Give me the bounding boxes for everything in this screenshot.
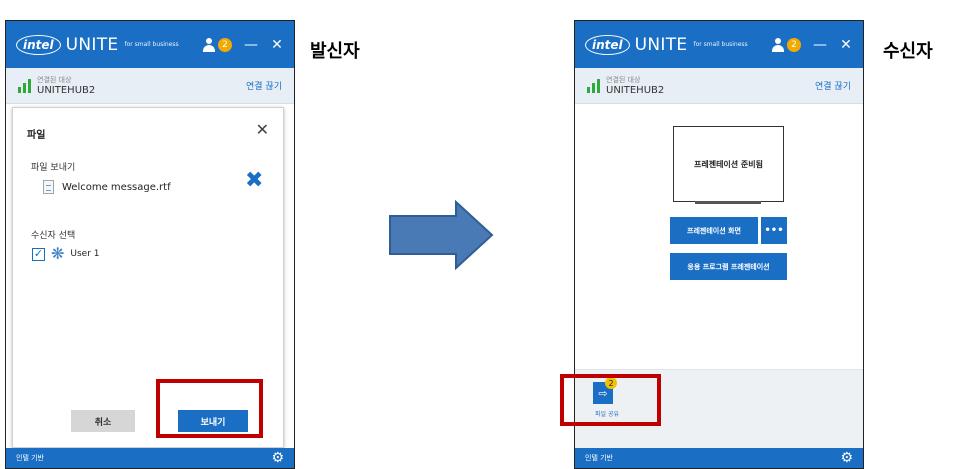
recipient-item[interactable]: ✓ ❋ User 1 bbox=[32, 246, 100, 262]
receiver-label: 수신자 bbox=[883, 41, 933, 62]
connection-bar: 연결된 대상 UNITEHUB2 연결 끊기 bbox=[6, 68, 294, 104]
connection-bar: 연결된 대상 UNITEHUB2 연결 끊기 bbox=[575, 68, 863, 104]
dialog-title: 파일 bbox=[27, 130, 46, 141]
users-icon[interactable] bbox=[771, 37, 785, 52]
signal-strength-icon bbox=[587, 78, 600, 93]
footer-bar: 인텔 기반 ⚙ bbox=[575, 448, 863, 468]
app-name: UNITE bbox=[634, 34, 688, 55]
file-share-highlight bbox=[560, 374, 661, 426]
gear-icon[interactable]: ⚙ bbox=[840, 451, 853, 465]
select-recipient-heading: 수신자 선택 bbox=[31, 231, 76, 241]
footer-bar: 인텔 기반 ⚙ bbox=[6, 448, 294, 468]
present-application-button[interactable]: 응용 프로그램 프레젠테이션 bbox=[670, 253, 787, 280]
screen-stand bbox=[695, 201, 761, 204]
close-button[interactable]: ✕ bbox=[270, 37, 284, 53]
dialog-close-button[interactable]: ✕ bbox=[256, 120, 269, 139]
user-count-badge: 2 bbox=[218, 37, 232, 52]
hub-name: UNITEHUB2 bbox=[37, 85, 96, 96]
close-button[interactable]: ✕ bbox=[839, 37, 853, 53]
user-count-badge: 2 bbox=[787, 37, 801, 52]
present-screen-button[interactable]: 프레젠테이션 화면 bbox=[670, 217, 758, 244]
connected-to-label: 연결된 대상 bbox=[37, 76, 72, 84]
title-bar: intel UNITE for small business 2 — ✕ bbox=[6, 21, 294, 68]
right-arrow-icon bbox=[389, 200, 494, 270]
send-button-highlight bbox=[156, 379, 263, 438]
app-tagline: for small business bbox=[693, 41, 748, 48]
hub-name: UNITEHUB2 bbox=[606, 85, 665, 96]
recipient-name: User 1 bbox=[70, 249, 100, 259]
minimize-button[interactable]: — bbox=[244, 37, 258, 53]
document-icon bbox=[43, 180, 54, 194]
send-file-heading: 파일 보내기 bbox=[31, 163, 76, 173]
intel-logo: intel bbox=[16, 34, 61, 55]
screenshot-stage: intel UNITE for small business 2 — ✕ 연결된… bbox=[0, 0, 961, 469]
more-options-button[interactable]: ••• bbox=[761, 217, 787, 244]
presentation-ready-text: 프레젠테이션 준비됨 bbox=[693, 159, 764, 169]
intel-logo: intel bbox=[585, 34, 630, 55]
user-avatar-icon: ❋ bbox=[51, 244, 65, 263]
file-item: Welcome message.rtf bbox=[43, 180, 171, 194]
disconnect-link[interactable]: 연결 끊기 bbox=[246, 79, 282, 92]
footer-text: 인텔 기반 bbox=[585, 454, 613, 462]
app-tagline: for small business bbox=[124, 41, 179, 48]
gear-icon[interactable]: ⚙ bbox=[271, 451, 284, 465]
connected-to-label: 연결된 대상 bbox=[606, 76, 641, 84]
file-name: Welcome message.rtf bbox=[62, 181, 171, 193]
minimize-button[interactable]: — bbox=[813, 37, 827, 53]
remove-file-button[interactable]: ✖ bbox=[245, 168, 263, 193]
cancel-button[interactable]: 취소 bbox=[71, 410, 135, 432]
app-name: UNITE bbox=[65, 34, 119, 55]
recipient-checkbox[interactable]: ✓ bbox=[32, 247, 45, 261]
sender-label: 발신자 bbox=[310, 41, 360, 62]
presentation-screen-icon: 프레젠테이션 준비됨 bbox=[673, 126, 784, 202]
signal-strength-icon bbox=[18, 78, 31, 93]
title-bar: intel UNITE for small business 2 — ✕ bbox=[575, 21, 863, 68]
disconnect-link[interactable]: 연결 끊기 bbox=[815, 79, 851, 92]
users-icon[interactable] bbox=[202, 37, 216, 52]
footer-text: 인텔 기반 bbox=[16, 454, 44, 462]
